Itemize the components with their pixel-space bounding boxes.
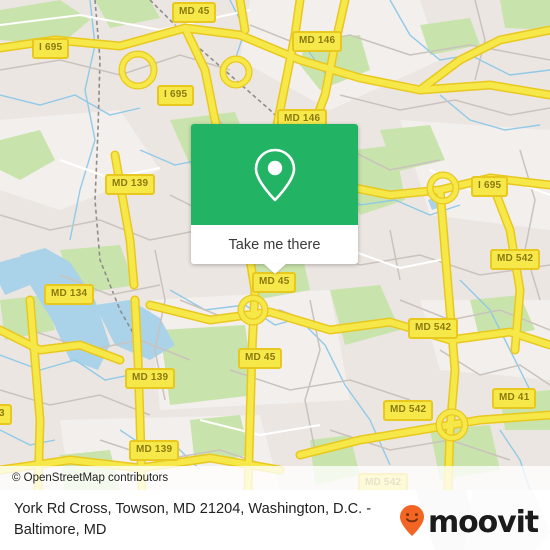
- moovit-smiley-pin-icon: [399, 504, 425, 542]
- road-shield-i-695-right: I 695: [471, 176, 509, 197]
- road-shield-md-139-bottom: MD 139: [129, 440, 180, 461]
- road-shield-md-edge-left: 3: [0, 404, 12, 425]
- popup-card-tail: [263, 264, 286, 274]
- moovit-wordmark: moovit: [427, 505, 539, 540]
- road-shield-md-134-left: MD 134: [44, 284, 95, 305]
- road-shield-i-695-topleft: I 695: [32, 38, 70, 59]
- road-shield-md-41-right: MD 41: [492, 388, 537, 409]
- take-me-there-label: Take me there: [228, 236, 321, 253]
- take-me-there-button[interactable]: Take me there: [191, 225, 358, 274]
- road-shield-md-146-top: MD 146: [292, 31, 343, 52]
- road-shield-md-45-center: MD 45: [252, 272, 297, 293]
- road-shield-md-542-lower: MD 542: [383, 400, 434, 421]
- road-shield-md-542-right: MD 542: [490, 249, 541, 270]
- road-shield-i-695-left: I 695: [157, 85, 195, 106]
- location-pin-icon: [252, 147, 298, 203]
- map-screenshot: MD 45 MD 146 I 695 I 695 MD 146 MD 139 I 695 MD…: [0, 0, 550, 550]
- popup-card-header: [191, 124, 358, 225]
- road-shield-md-139-mid: MD 139: [125, 368, 176, 389]
- map-canvas[interactable]: MD 45 MD 146 I 695 I 695 MD 146 MD 139 I 695 MD…: [0, 0, 550, 490]
- road-shield-md-45-top: MD 45: [172, 2, 217, 23]
- osm-attribution[interactable]: © OpenStreetMap contributors: [0, 466, 550, 490]
- place-title: York Rd Cross, Towson, MD 21204, Washing…: [14, 501, 372, 538]
- road-shield-md-139-upper: MD 139: [105, 174, 156, 195]
- road-shield-md-45-lower: MD 45: [238, 348, 283, 369]
- road-shield-md-542-upper: MD 542: [408, 318, 459, 339]
- footer-bar: York Rd Cross, Towson, MD 21204, Washing…: [0, 490, 550, 550]
- moovit-logo[interactable]: moovit: [399, 504, 539, 542]
- map-popup-card[interactable]: Take me there: [191, 124, 358, 274]
